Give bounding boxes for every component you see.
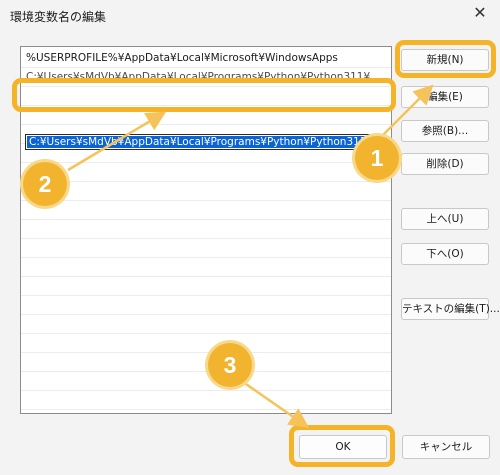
list-item-empty: [21, 277, 391, 296]
list-item-empty: [21, 87, 391, 106]
list-item-empty: [21, 391, 391, 410]
step-1-badge: 1: [355, 136, 399, 180]
step-2-badge: 2: [23, 162, 67, 206]
list-item-empty: [21, 315, 391, 334]
cancel-button[interactable]: キャンセル: [402, 435, 490, 459]
list-item-empty: [21, 258, 391, 277]
close-icon[interactable]: ✕: [470, 3, 490, 23]
ok-button[interactable]: OK: [299, 435, 387, 459]
list-item[interactable]: %USERPROFILE%¥AppData¥Local¥Microsoft¥Wi…: [21, 49, 391, 68]
new-button[interactable]: 新規(N): [401, 49, 489, 71]
edit-text-button[interactable]: テキストの編集(T)...: [401, 298, 500, 320]
list-item-empty: [21, 372, 391, 391]
delete-button[interactable]: 削除(D): [401, 153, 489, 175]
list-item-empty: [21, 334, 391, 353]
list-item-empty: [21, 239, 391, 258]
path-list[interactable]: %USERPROFILE%¥AppData¥Local¥Microsoft¥Wi…: [20, 46, 392, 414]
list-item-empty: [21, 296, 391, 315]
list-item-empty: [21, 163, 391, 182]
move-up-button[interactable]: 上へ(U): [401, 208, 489, 230]
move-down-button[interactable]: 下へ(O): [401, 243, 489, 265]
list-item-empty: [21, 106, 391, 125]
selected-path-text: C:¥Users¥sMdVb¥AppData¥Local¥Programs¥Py…: [27, 136, 384, 148]
list-item-empty: [21, 220, 391, 239]
list-item[interactable]: C:¥Users¥sMdVb¥AppData¥Local¥Programs¥Py…: [21, 68, 391, 87]
edit-path-input[interactable]: C:¥Users¥sMdVb¥AppData¥Local¥Programs¥Py…: [25, 134, 385, 150]
browse-button[interactable]: 参照(B)...: [401, 120, 489, 142]
window-title: 環境変数名の編集: [10, 10, 107, 24]
list-item-empty: [21, 201, 391, 220]
title-bar: 環境変数名の編集 ✕: [0, 0, 500, 30]
list-item-empty: [21, 353, 391, 372]
list-item-empty: [21, 182, 391, 201]
edit-button[interactable]: 編集(E): [401, 86, 489, 108]
step-3-badge: 3: [208, 343, 252, 387]
